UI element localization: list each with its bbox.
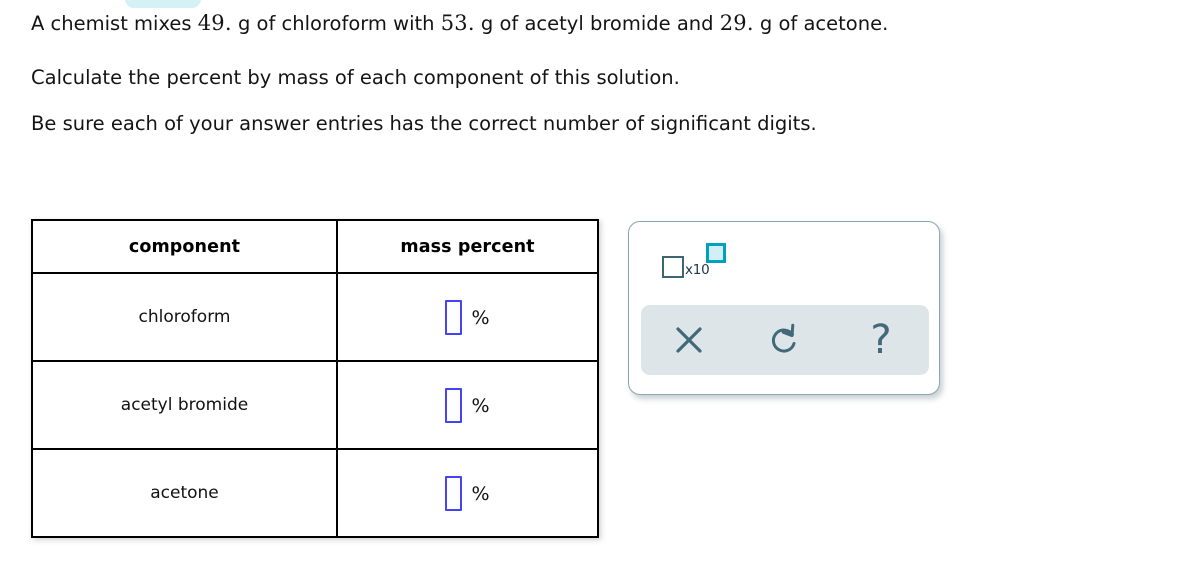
percent-sign-acetyl-bromide: % xyxy=(471,394,490,417)
component-name-chloroform: chloroform xyxy=(31,272,338,362)
answer-entry-acetyl-bromide: % xyxy=(338,387,597,423)
percent-sign-acetone: % xyxy=(471,482,490,505)
answer-table: component mass percent chloroform % acet… xyxy=(31,219,599,538)
mass-acetyl-bromide-value: 53. xyxy=(440,11,475,35)
table-row: acetyl bromide % xyxy=(31,360,599,450)
mass-percent-cell-acetone: % xyxy=(336,448,599,538)
help-button[interactable]: ? xyxy=(851,310,911,370)
scientific-notation-base-square-icon xyxy=(662,256,684,278)
line1-mid-1: g of chloroform with xyxy=(231,12,441,35)
problem-line-2: Calculate the percent by mass of each co… xyxy=(31,66,680,89)
mass-acetone-value: 29. xyxy=(719,11,754,35)
table-header-row: component mass percent xyxy=(31,219,599,274)
problem-line-3: Be sure each of your answer entries has … xyxy=(31,112,817,135)
mass-percent-input-acetone[interactable] xyxy=(445,475,463,511)
table-row: acetone % xyxy=(31,448,599,538)
mass-percent-cell-chloroform: % xyxy=(336,272,599,362)
answer-table-container: component mass percent chloroform % acet… xyxy=(31,219,599,538)
line1-prefix: A chemist mixes xyxy=(31,12,198,35)
answer-tool-panel: x10 ? xyxy=(628,221,940,395)
table-row: chloroform % xyxy=(31,272,599,362)
mass-percent-input-acetyl-bromide[interactable] xyxy=(445,387,463,423)
component-name-acetyl-bromide: acetyl bromide xyxy=(31,360,338,450)
mass-percent-input-chloroform[interactable] xyxy=(445,299,463,335)
answer-entry-acetone: % xyxy=(338,475,597,511)
undo-arrow-icon xyxy=(767,321,803,359)
component-name-acetone: acetone xyxy=(31,448,338,538)
mass-chloroform-value: 49. xyxy=(197,11,232,35)
column-header-mass-percent: mass percent xyxy=(336,219,599,274)
top-tab-pill xyxy=(125,0,201,8)
scientific-notation-exponent-square-icon xyxy=(706,243,726,263)
mass-percent-cell-acetyl-bromide: % xyxy=(336,360,599,450)
problem-line-1: A chemist mixes 49. g of chloroform with… xyxy=(31,10,1161,37)
line1-mid-2: g of acetyl bromide and xyxy=(474,12,720,35)
undo-button[interactable] xyxy=(755,310,815,370)
x-icon xyxy=(672,323,706,357)
question-mark-icon: ? xyxy=(870,317,892,363)
tool-action-bar: ? xyxy=(641,305,929,375)
scientific-notation-button[interactable]: x10 xyxy=(662,243,726,283)
column-header-component: component xyxy=(31,219,338,274)
problem-statement: A chemist mixes 49. g of chloroform with… xyxy=(31,10,1161,137)
answer-entry-chloroform: % xyxy=(338,299,597,335)
percent-sign-chloroform: % xyxy=(471,306,490,329)
scientific-notation-label: x10 xyxy=(685,262,710,278)
line1-suffix: g of acetone. xyxy=(753,12,889,35)
clear-button[interactable] xyxy=(659,310,719,370)
